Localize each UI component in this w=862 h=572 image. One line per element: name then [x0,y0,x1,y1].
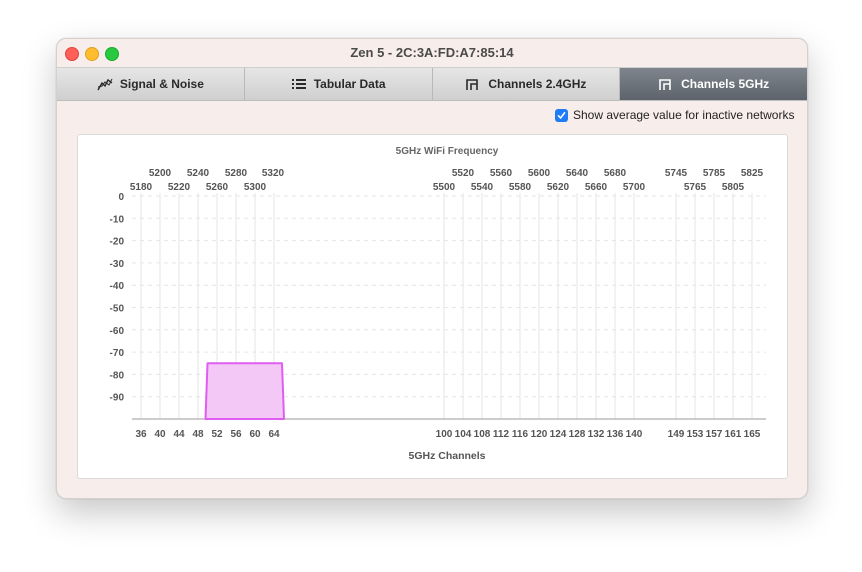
x-tick-label: 44 [173,429,185,440]
x-tick-label: 161 [725,429,742,440]
y-tick-label: -30 [110,259,125,270]
y-tick-label: -40 [110,281,125,292]
tab-channels-5ghz[interactable]: Channels 5GHz [620,68,807,100]
frequency-label-top: 5600 [528,168,551,179]
frequency-label-top: 5560 [490,168,513,179]
chart-title: 5GHz WiFi Frequency [396,146,499,157]
frequency-chart: 0 -10 -20 -30 -40 -50 -60 -70 -80 -90 36 40 44 48 52 56… [110,146,766,462]
frequency-label-bottom: 5180 [130,182,153,193]
x-tick-label: 108 [474,429,491,440]
y-tick-label: -20 [110,237,125,248]
x-tick-label: 116 [512,429,529,440]
x-tick-label: 165 [744,429,761,440]
frequency-label-top: 5520 [452,168,475,179]
x-tick-label: 128 [569,429,586,440]
checkmark-icon [557,111,566,119]
frequency-label-top: 5680 [604,168,627,179]
y-tick-label: -50 [110,304,125,315]
frequency-label-bottom: 5765 [684,182,707,193]
show-average-label: Show average value for inactive networks [573,108,795,122]
x-tick-label: 64 [268,429,280,440]
tab-signal-noise[interactable]: Signal & Noise [57,68,245,100]
frequency-label-top: 5320 [262,168,285,179]
frequency-label-top: 5280 [225,168,248,179]
show-average-checkbox[interactable] [555,108,568,122]
graph-icon [97,78,113,91]
tab-channels-2-4ghz[interactable]: Channels 2.4GHz [432,68,621,100]
x-tick-label: 112 [493,429,510,440]
frequency-label-bottom: 5300 [244,182,267,193]
network-channel-band [204,362,285,420]
frequency-label-top: 5200 [149,168,172,179]
y-tick-label: -90 [110,393,125,404]
app-window: Zen 5 - 2C:3A:FD:A7:85:14 Signal & Noise… [56,38,808,499]
x-tick-label: 140 [626,429,643,440]
chart-panel: 0 -10 -20 -30 -40 -50 -60 -70 -80 -90 36 40 44 48 52 56… [77,134,788,479]
x-tick-label: 56 [230,429,242,440]
y-tick-label: -10 [110,214,125,225]
tab-bar: Signal & Noise Tabular Data Channels 2.4… [57,67,807,101]
x-tick-label: 120 [531,429,548,440]
x-axis-label: 5GHz Channels [408,450,485,462]
x-tick-label: 100 [436,429,453,440]
tab-label: Channels 5GHz [681,77,770,91]
frequency-label-top: 5745 [665,168,688,179]
frequency-label-bottom: 5260 [206,182,229,193]
frequency-label-bottom: 5700 [623,182,646,193]
tab-label: Signal & Noise [119,77,204,91]
tab-label: Tabular Data [313,77,386,91]
frequency-label-top: 5785 [703,168,726,179]
y-tick-label: 0 [118,192,124,203]
frequency-label-bottom: 5620 [547,182,570,193]
frequency-label-top: 5240 [187,168,210,179]
frequency-label-bottom: 5660 [585,182,608,193]
window-title: Zen 5 - 2C:3A:FD:A7:85:14 [350,45,514,60]
x-tick-label: 40 [154,429,166,440]
frequency-label-bottom: 5580 [509,182,532,193]
x-tick-label: 52 [211,429,223,440]
x-tick-label: 36 [135,429,147,440]
frequency-label-top: 5640 [566,168,589,179]
y-tick-label: -70 [110,348,125,359]
list-icon [291,79,306,89]
x-tick-label: 60 [249,429,261,440]
title-bar: Zen 5 - 2C:3A:FD:A7:85:14 [57,39,807,67]
tab-label: Channels 2.4GHz [488,77,587,91]
y-tick-label: -60 [110,326,125,337]
x-tick-label: 153 [687,429,704,440]
x-tick-label: 157 [706,429,723,440]
channel-icon [659,79,671,90]
channel-icon [466,79,479,90]
x-tick-label: 48 [192,429,204,440]
frequency-label-bottom: 5540 [471,182,494,193]
y-tick-label: -80 [110,370,125,381]
x-tick-label: 132 [588,429,605,440]
x-tick-label: 124 [550,429,567,440]
frequency-label-bottom: 5500 [433,182,456,193]
x-tick-label: 104 [455,429,472,440]
frequency-label-bottom: 5220 [168,182,191,193]
tab-tabular-data[interactable]: Tabular Data [244,68,433,100]
show-average-option[interactable]: Show average value for inactive networks [555,108,794,122]
frequency-label-bottom: 5805 [722,182,745,193]
x-tick-label: 136 [607,429,624,440]
x-tick-label: 149 [668,429,685,440]
frequency-label-top: 5825 [741,168,764,179]
